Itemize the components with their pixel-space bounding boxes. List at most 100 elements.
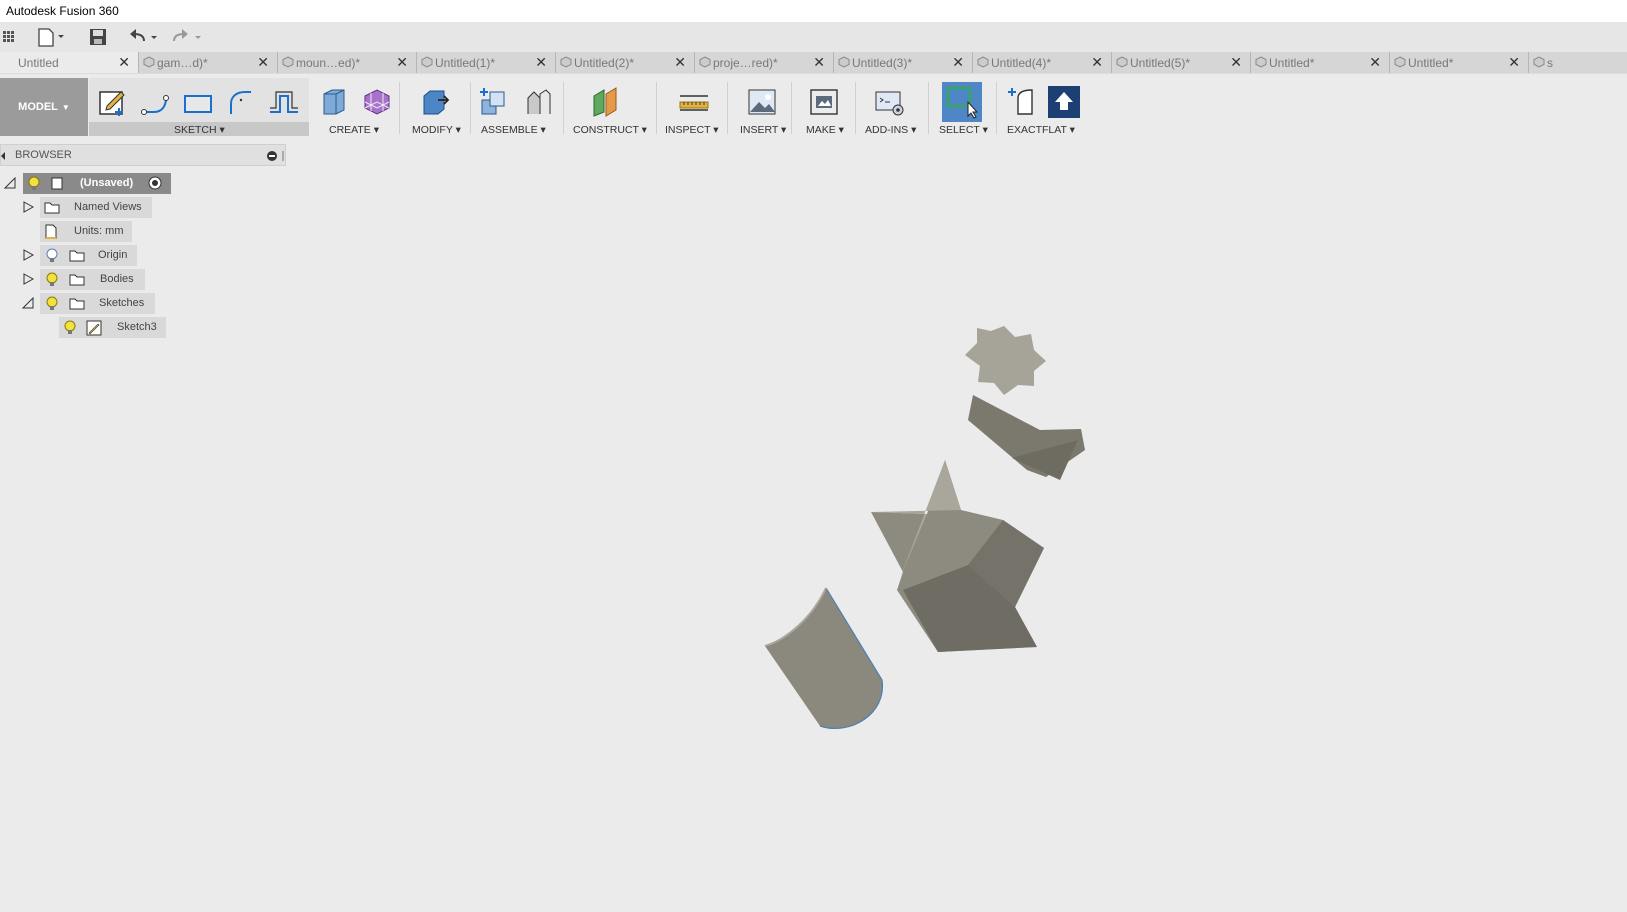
select-tool-button[interactable] xyxy=(942,82,982,122)
assemble-menu[interactable]: ASSEMBLE ▾ xyxy=(481,124,546,136)
exactflat-flatten-button[interactable] xyxy=(1048,86,1080,118)
lightbulb-icon[interactable] xyxy=(45,296,59,311)
tab-untitled-1[interactable]: Untitled(1)* ✕ xyxy=(417,52,556,73)
scripts-addins-icon[interactable] xyxy=(873,86,905,118)
create-sketch-icon[interactable] xyxy=(97,86,129,118)
tab-label: s xyxy=(1547,56,1553,70)
canvas-image-icon[interactable] xyxy=(746,86,778,118)
group-label: INSPECT xyxy=(665,124,711,136)
close-icon[interactable]: ✕ xyxy=(1230,54,1242,71)
tab-untitled-5[interactable]: Untitled(5)* ✕ xyxy=(1112,52,1251,73)
offset-plane-icon[interactable] xyxy=(590,86,622,118)
arc-tool-icon[interactable] xyxy=(225,86,257,118)
close-icon[interactable]: ✕ xyxy=(813,54,825,71)
measure-icon[interactable] xyxy=(678,86,710,118)
window-title-bar: Autodesk Fusion 360 xyxy=(0,0,1627,22)
close-icon[interactable]: ✕ xyxy=(118,54,130,71)
workspace-switcher-button[interactable]: MODEL ▼ xyxy=(0,78,88,136)
folder-icon xyxy=(44,202,60,214)
lightbulb-icon[interactable] xyxy=(63,320,77,335)
group-label: ASSEMBLE xyxy=(481,124,538,136)
offset-tool-icon[interactable] xyxy=(268,86,300,118)
exactflat-new-icon[interactable] xyxy=(1006,86,1038,118)
joint-icon[interactable] xyxy=(522,86,554,118)
sketch-menu[interactable]: SKETCH ▾ xyxy=(174,124,225,136)
minimize-icon[interactable] xyxy=(267,151,277,161)
tab-untitled-6[interactable]: Untitled* ✕ xyxy=(1251,52,1390,73)
cube-icon xyxy=(282,56,294,68)
tab-untitled-7[interactable]: Untitled* ✕ xyxy=(1390,52,1529,73)
redo-icon[interactable] xyxy=(170,26,206,48)
cube-icon xyxy=(977,56,989,68)
extrude-icon[interactable] xyxy=(318,86,350,118)
item-label: Sketches xyxy=(99,297,145,309)
construct-menu[interactable]: CONSTRUCT ▾ xyxy=(573,124,647,136)
tab-label: proje…red)* xyxy=(713,56,778,70)
cube-icon xyxy=(143,56,155,68)
half-cylinder-body[interactable] xyxy=(764,587,883,730)
close-icon[interactable]: ✕ xyxy=(396,54,408,71)
tab-untitled-4[interactable]: Untitled(4)* ✕ xyxy=(973,52,1112,73)
expanded-triangle-icon[interactable] xyxy=(22,297,34,309)
close-icon[interactable]: ✕ xyxy=(952,54,964,71)
star-prism-body[interactable] xyxy=(871,460,1044,652)
group-separator xyxy=(727,82,728,134)
close-icon[interactable]: ✕ xyxy=(257,54,269,71)
tab-moun[interactable]: moun…ed)* ✕ xyxy=(278,52,417,73)
canvas-viewport[interactable] xyxy=(700,300,1160,750)
tab-proje[interactable]: proje…red)* ✕ xyxy=(695,52,834,73)
insert-menu[interactable]: INSERT ▾ xyxy=(740,124,786,136)
save-icon[interactable] xyxy=(88,26,108,48)
close-icon[interactable]: ✕ xyxy=(1369,54,1381,71)
tab-untitled[interactable]: Untitled ✕ xyxy=(0,52,139,73)
create-menu[interactable]: CREATE ▾ xyxy=(329,124,379,136)
gear-prism-body[interactable] xyxy=(965,326,1085,480)
add-ins-menu[interactable]: ADD-INS ▾ xyxy=(865,124,916,136)
close-icon[interactable]: ✕ xyxy=(535,54,547,71)
close-icon[interactable]: ✕ xyxy=(1508,54,1520,71)
lightbulb-icon[interactable] xyxy=(27,176,41,191)
ribbon-toolbar: MODEL ▼ SKETCH ▾ CREATE ▾ MODIFY ▾ ASSEMB… xyxy=(0,78,1090,136)
browser-panel-header: BROWSER xyxy=(0,144,286,166)
form-icon[interactable] xyxy=(361,86,393,118)
close-icon[interactable]: ✕ xyxy=(674,54,686,71)
tab-s[interactable]: s xyxy=(1529,52,1627,73)
folder-icon xyxy=(69,250,85,262)
tab-untitled-2[interactable]: Untitled(2)* ✕ xyxy=(556,52,695,73)
cube-icon xyxy=(699,56,711,68)
make-menu[interactable]: MAKE ▾ xyxy=(806,124,844,136)
lightbulb-icon[interactable] xyxy=(45,272,59,287)
group-label: SELECT xyxy=(939,124,980,136)
tab-gam[interactable]: gam…d)* ✕ xyxy=(139,52,278,73)
collapse-left-icon[interactable] xyxy=(1,152,5,160)
group-label: CREATE xyxy=(329,124,371,136)
line-tool-icon[interactable] xyxy=(140,86,172,118)
press-pull-icon[interactable] xyxy=(418,86,450,118)
group-label: EXACTFLAT xyxy=(1007,124,1067,136)
collapsed-triangle-icon[interactable] xyxy=(22,201,34,213)
collapsed-triangle-icon[interactable] xyxy=(22,249,34,261)
activate-radio-icon[interactable] xyxy=(148,176,162,190)
lightbulb-off-icon[interactable] xyxy=(45,248,59,263)
modify-menu[interactable]: MODIFY ▾ xyxy=(412,124,461,136)
root-label: (Unsaved) xyxy=(80,177,134,189)
inspect-menu[interactable]: INSPECT ▾ xyxy=(665,124,719,136)
app-grid-icon[interactable] xyxy=(2,26,18,48)
group-label: ADD-INS xyxy=(865,124,909,136)
group-label: SKETCH xyxy=(174,124,217,136)
new-component-icon[interactable] xyxy=(478,86,510,118)
pin-icon[interactable] xyxy=(281,149,285,163)
close-icon[interactable]: ✕ xyxy=(1091,54,1103,71)
select-menu[interactable]: SELECT ▾ xyxy=(939,124,988,136)
item-label: Named Views xyxy=(74,201,142,213)
undo-icon[interactable] xyxy=(126,26,162,48)
exactflat-menu[interactable]: EXACTFLAT ▾ xyxy=(1007,124,1075,136)
expanded-triangle-icon[interactable] xyxy=(4,177,16,189)
3d-print-icon[interactable] xyxy=(808,86,840,118)
rectangle-tool-icon[interactable] xyxy=(182,86,214,118)
group-separator xyxy=(470,82,471,134)
tab-label: moun…ed)* xyxy=(296,56,361,70)
file-menu-icon[interactable] xyxy=(36,26,70,48)
collapsed-triangle-icon[interactable] xyxy=(22,273,34,285)
tab-untitled-3[interactable]: Untitled(3)* ✕ xyxy=(834,52,973,73)
